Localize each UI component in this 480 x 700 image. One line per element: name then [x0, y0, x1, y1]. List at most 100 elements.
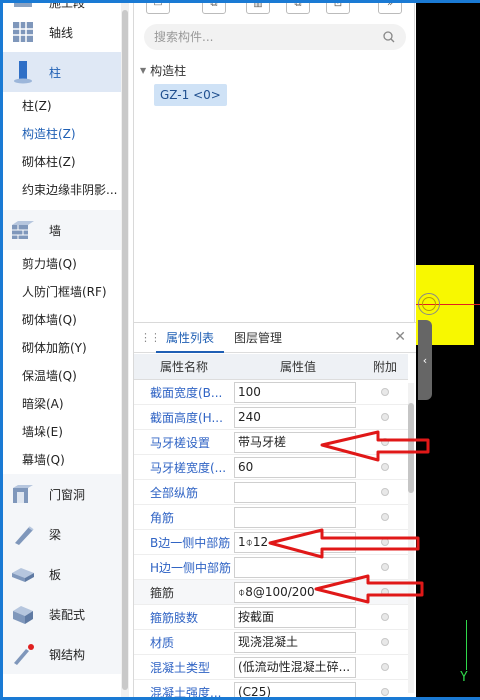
search-icon[interactable] [382, 30, 396, 44]
tab-layer-management[interactable]: 图层管理 [224, 323, 292, 353]
property-row[interactable]: 角筋 [134, 505, 408, 530]
nav-item-constructional-column[interactable]: 构造柱(Z) [3, 120, 121, 148]
extra-checkbox[interactable] [381, 388, 389, 396]
collapse-caret-icon[interactable]: ▼ [140, 66, 146, 75]
property-value-field[interactable]: 60 [234, 456, 356, 478]
tree-root-label: 构造柱 [150, 64, 187, 78]
extra-checkbox[interactable] [381, 638, 389, 646]
nav-item-shear-wall[interactable]: 剪力墙(Q) [3, 250, 121, 278]
property-value-cell: (低流动性混凝土碎... [234, 656, 362, 678]
nav-category-label: 装配式 [49, 607, 86, 622]
property-value-field[interactable]: 带马牙槎 [234, 431, 356, 453]
property-name: 材质 [150, 635, 175, 650]
property-value-field[interactable] [234, 481, 356, 503]
nav-item-insulation-wall[interactable]: 保温墙(Q) [3, 362, 121, 390]
tree-root-node[interactable]: ▼ 构造柱 [140, 62, 186, 79]
property-row[interactable]: 马牙槎宽度(... 60 [134, 455, 408, 480]
close-icon[interactable]: ✕ [394, 329, 406, 345]
wall-icon [11, 218, 35, 242]
property-extra-cell [362, 463, 408, 471]
nav-category-prefab[interactable]: 装配式 [3, 594, 121, 634]
property-row[interactable]: 截面宽度(B... 100 [134, 380, 408, 405]
property-row[interactable]: B边一侧中部筋 1⌽12 [134, 530, 408, 555]
property-name: 箍筋肢数 [150, 610, 199, 625]
nav-category-column[interactable]: 柱 [3, 52, 121, 92]
tree-item-selected[interactable]: GZ-1 <0> [154, 84, 227, 106]
nav-item-civil-defense-door-wall[interactable]: 人防门框墙(RF) [3, 278, 121, 306]
property-name: 箍筋 [150, 585, 175, 600]
extra-checkbox[interactable] [381, 588, 389, 596]
nav-scrollbar[interactable] [121, 0, 129, 700]
extra-checkbox[interactable] [381, 613, 389, 621]
extra-checkbox[interactable] [381, 438, 389, 446]
component-search[interactable] [144, 24, 406, 50]
nav-category-slab[interactable]: 板 [3, 554, 121, 594]
property-name: 马牙槎设置 [150, 435, 211, 450]
extra-checkbox[interactable] [381, 663, 389, 671]
property-row[interactable]: 混凝土类型 (低流动性混凝土碎... [134, 655, 408, 680]
property-row[interactable]: 箍筋 ⌽8@100/200 [134, 580, 408, 605]
property-extra-cell [362, 488, 408, 496]
property-row[interactable]: 截面高度(H... 240 [134, 405, 408, 430]
extra-checkbox[interactable] [381, 463, 389, 471]
property-value-cell [234, 481, 362, 503]
extra-checkbox[interactable] [381, 513, 389, 521]
property-extra-cell [362, 438, 408, 446]
prefab-icon [11, 602, 35, 626]
nav-item-wall-stack[interactable]: 墙垛(E) [3, 418, 121, 446]
property-row[interactable]: 全部纵筋 [134, 480, 408, 505]
drag-handle-icon[interactable]: ⋮⋮ [140, 331, 161, 344]
nav-item-masonry-column[interactable]: 砌体柱(Z) [3, 148, 121, 176]
property-value-field[interactable] [234, 556, 356, 578]
property-value-field[interactable]: 100 [234, 381, 356, 403]
nav-item-column[interactable]: 柱(Z) [3, 92, 121, 120]
nav-item-masonry-wall[interactable]: 砌体墙(Q) [3, 306, 121, 334]
property-row[interactable]: 马牙槎设置 带马牙槎 [134, 430, 408, 455]
property-value-field[interactable]: (低流动性混凝土碎... [234, 656, 356, 678]
property-extra-cell [362, 563, 408, 571]
property-row[interactable]: 材质 现浇混凝土 [134, 630, 408, 655]
extra-checkbox[interactable] [381, 413, 389, 421]
door-window-icon [11, 482, 35, 506]
property-value-field[interactable]: 现浇混凝土 [234, 631, 356, 653]
nav-category-label: 门窗洞 [49, 487, 86, 502]
nav-category-steel[interactable]: 钢结构 [3, 634, 121, 674]
property-name: 混凝土类型 [150, 660, 211, 675]
nav-category-beam[interactable]: 梁 [3, 514, 121, 554]
extra-checkbox[interactable] [381, 688, 389, 696]
tab-properties[interactable]: 属性列表 [156, 322, 225, 353]
beam-icon [11, 522, 35, 546]
panel-collapse-toggle[interactable]: ‹ [418, 320, 432, 400]
property-name: H边一侧中部筋 [150, 560, 232, 575]
grid-header: 属性名称 属性值 附加 [134, 354, 408, 380]
nav-category-opening[interactable]: 门窗洞 [3, 474, 121, 514]
property-value-field[interactable] [234, 506, 356, 528]
axis-grid-icon [11, 20, 35, 44]
property-value-field[interactable]: 240 [234, 406, 356, 428]
extra-checkbox[interactable] [381, 488, 389, 496]
properties-scrollbar[interactable] [408, 383, 414, 693]
search-input[interactable] [154, 30, 382, 44]
property-extra-cell [362, 688, 408, 696]
property-row[interactable]: H边一侧中部筋 [134, 555, 408, 580]
nav-item-curtain-wall[interactable]: 幕墙(Q) [3, 446, 121, 474]
nav-item-masonry-reinforcement[interactable]: 砌体加筋(Y) [3, 334, 121, 362]
component-panel: ▭ ⧉ ▥ ⧉ ⊡ » ▼ 构造柱 GZ-1 <0> ⋮⋮ 属性列表 图层管理 … [133, 0, 416, 700]
extra-checkbox[interactable] [381, 538, 389, 546]
property-extra-cell [362, 388, 408, 396]
y-axis-label: Y [460, 670, 468, 685]
property-row[interactable]: 箍筋肢数 按截面 [134, 605, 408, 630]
property-value-cell: 带马牙槎 [234, 431, 362, 453]
slab-icon [11, 562, 35, 586]
nav-item-hidden-beam[interactable]: 暗梁(A) [3, 390, 121, 418]
extra-checkbox[interactable] [381, 563, 389, 571]
property-value-cell: 100 [234, 381, 362, 403]
nav-category-axis[interactable]: 轴线 [3, 12, 121, 52]
nav-item-constrained-edge[interactable]: 约束边缘非阴影... [3, 176, 121, 204]
property-value-cell: ⌽8@100/200 [234, 581, 362, 603]
property-value-field[interactable]: ⌽8@100/200 [234, 581, 356, 603]
property-value-field[interactable]: 按截面 [234, 606, 356, 628]
property-value-field[interactable]: 1⌽12 [234, 531, 356, 553]
nav-category-wall[interactable]: 墙 [3, 210, 121, 250]
property-name: 全部纵筋 [150, 485, 199, 500]
